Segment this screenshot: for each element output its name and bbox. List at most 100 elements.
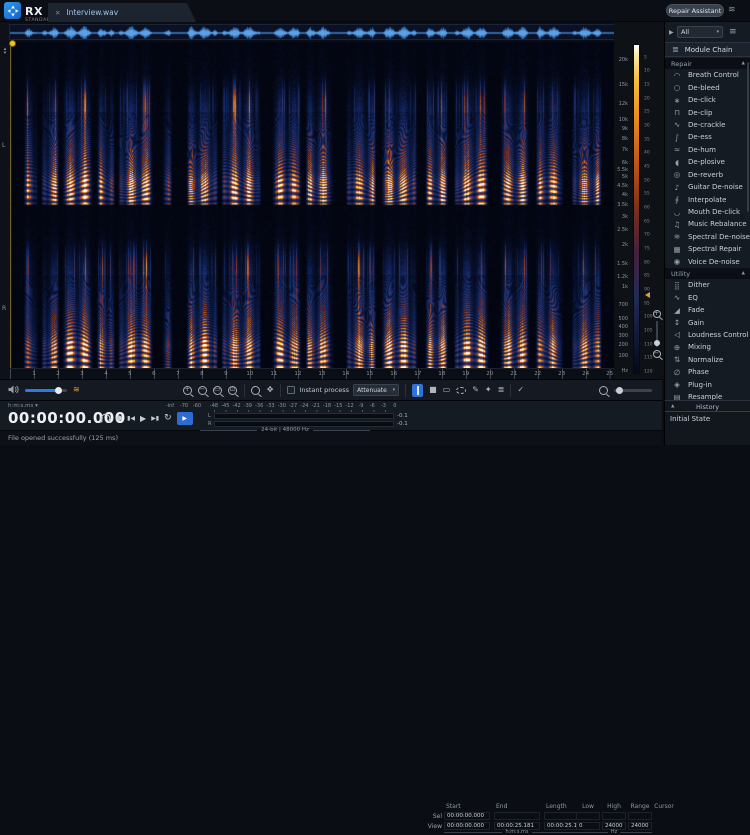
cell-sel-end[interactable] (494, 811, 540, 820)
zoom-fit-button[interactable]: ⊡ (227, 385, 237, 395)
module-chain-button[interactable]: ≣ Module Chain (665, 42, 750, 57)
record-button[interactable]: ● (116, 415, 122, 422)
module-item-breath-control[interactable]: ◠ Breath Control (665, 69, 750, 81)
spectrogram-canvas[interactable] (10, 42, 614, 368)
module-item-fade[interactable]: ◢ Fade (665, 304, 750, 316)
vertical-zoom-slider[interactable] (653, 321, 660, 347)
de-crackle-icon: ∿ (673, 120, 681, 130)
monitor-headphones-button[interactable] (100, 413, 111, 425)
module-item-phase[interactable]: ∅ Phase (665, 366, 750, 378)
module-item-gain[interactable]: ↕ Gain (665, 316, 750, 328)
section-header-utility[interactable]: Utility ▲ (665, 268, 750, 279)
confirm-selection-button[interactable]: ✓ (517, 386, 524, 394)
spectrogram-settings-icon[interactable]: ≋ (73, 386, 80, 394)
module-item-music-rebalance[interactable]: ♫ Music Rebalance (665, 218, 750, 230)
loop-button[interactable]: ↻ (164, 414, 172, 423)
module-item-de-ess[interactable]: ∫ De-ess (665, 131, 750, 143)
volume-slider[interactable] (25, 386, 67, 394)
zoom-in-button[interactable]: + (182, 385, 192, 395)
time-frequency-selection-tool[interactable]: ■ (429, 386, 437, 394)
cell-sel-low[interactable] (576, 811, 600, 820)
lasso-selection-tool[interactable] (456, 386, 467, 394)
module-item-mixing[interactable]: ⊕ Mixing (665, 341, 750, 353)
frequency-selection-tool[interactable]: ▭ (443, 386, 451, 394)
volume-slider-knob[interactable] (55, 386, 62, 394)
module-item-spectral-de-noise[interactable]: ≋ Spectral De-noise (665, 231, 750, 243)
horizontal-zoom-icon[interactable] (599, 385, 608, 395)
module-item-de-plosive[interactable]: ◖ De-plosive (665, 156, 750, 168)
module-item-spectral-repair[interactable]: ▦ Spectral Repair (665, 243, 750, 255)
module-item-de-clip[interactable]: ⊓ De-clip (665, 106, 750, 118)
module-item-de-hum[interactable]: ≈ De-hum (665, 144, 750, 156)
izotope-logo-icon (4, 2, 21, 19)
peak-readout-right[interactable]: -0.1 (397, 421, 408, 427)
horizontal-zoom-knob[interactable] (616, 386, 623, 394)
monitor-volume-icon[interactable] (8, 385, 19, 396)
horizontal-zoom-slider[interactable] (614, 386, 652, 394)
history-panel: ▲ History Initial State (664, 400, 750, 445)
file-tab[interactable]: ✕ Interview.wav (48, 3, 196, 22)
vertical-zoom-knob[interactable] (653, 340, 660, 346)
playhead-marker[interactable] (9, 40, 16, 47)
instant-process-mode-dropdown[interactable]: Attenuate ▾ (353, 384, 400, 396)
go-to-start-button[interactable]: ▮◀ (127, 415, 135, 422)
find-similar-tool[interactable]: ≣ (498, 386, 505, 394)
history-item[interactable]: Initial State (665, 412, 750, 423)
module-item-de-bleed[interactable]: ○ De-bleed (665, 81, 750, 93)
module-item-dither[interactable]: ⣿ Dither (665, 279, 750, 291)
vertical-zoom-out-button[interactable]: − (652, 350, 661, 358)
amplitude-color-legend[interactable] (633, 44, 640, 374)
section-header-repair[interactable]: Repair ▲ (665, 58, 750, 69)
module-item-eq[interactable]: ∿ EQ (665, 291, 750, 303)
collapse-triangle-icon[interactable]: ▲ (742, 61, 745, 66)
cell-sel-start[interactable]: 00:00:00.000 (444, 811, 490, 820)
magic-wand-tool[interactable]: ✦ (485, 386, 492, 394)
module-item-mouth-de-click[interactable]: ◡ Mouth De-click (665, 206, 750, 218)
cell-sel-high[interactable] (602, 811, 626, 820)
zoom-out-button[interactable]: − (197, 385, 207, 395)
vertical-zoom-in-button[interactable]: + (652, 310, 661, 318)
legend-gain-handle[interactable] (645, 292, 650, 298)
history-header[interactable]: ▲ History (665, 401, 750, 412)
settings-sliders-icon[interactable]: ≋ (728, 5, 736, 15)
panel-menu-icon[interactable]: ≡ (729, 27, 737, 37)
time-selection-tool[interactable] (412, 383, 424, 397)
overview-strip[interactable] (9, 24, 615, 40)
instant-process-checkbox[interactable] (287, 386, 296, 394)
module-item-resample[interactable]: ▤ Resample (665, 391, 750, 400)
play-selection-button[interactable]: ▶ (176, 412, 193, 425)
collapse-triangle-icon[interactable]: ▲ (742, 271, 745, 276)
brush-selection-tool[interactable]: ✎ (472, 386, 479, 394)
module-item-de-click[interactable]: ∗ De-click (665, 94, 750, 106)
peak-readout-left[interactable]: -0.1 (397, 413, 408, 419)
channel-label-left[interactable]: L (2, 142, 5, 149)
module-item-plug-in[interactable]: ◈ Plug-in (665, 379, 750, 391)
module-item-interpolate[interactable]: ∮ Interpolate (665, 193, 750, 205)
cell-sel-range[interactable] (628, 811, 652, 820)
module-item-de-reverb[interactable]: ◎ De-reverb (665, 169, 750, 181)
freq-tick-label: 9k (621, 125, 628, 132)
channel-label-right[interactable]: R (2, 305, 6, 312)
module-label: De-clip (688, 108, 713, 117)
resample-icon: ▤ (673, 392, 681, 400)
play-button[interactable]: ▶ (140, 414, 146, 423)
tab-close-icon[interactable]: ✕ (55, 9, 60, 17)
editor-toolbar: ≋ + − ▭ ⊡ ✥ Instant process Attenuate ▾ … (0, 379, 662, 400)
go-to-end-button[interactable]: ▶▮ (151, 415, 159, 422)
loudness-control-icon: ◁ (674, 330, 680, 340)
overview-waveform[interactable] (10, 26, 614, 40)
overview-resize-handle[interactable]: ▴ ▾ (1, 47, 9, 56)
module-item-guitar-de-noise[interactable]: ♪ Guitar De-noise (665, 181, 750, 193)
zoom-selection-button[interactable]: ▭ (212, 385, 222, 395)
repair-assistant-button[interactable]: Repair Assistant (666, 4, 724, 17)
module-item-loudness-control[interactable]: ◁ Loudness Control (665, 329, 750, 341)
module-filter-dropdown[interactable]: All ▾ (677, 26, 723, 38)
panel-scrollbar[interactable] (747, 62, 749, 212)
preview-play-icon[interactable]: ▶ (669, 29, 674, 36)
hand-tool-button[interactable]: ✥ (267, 386, 274, 394)
module-item-voice-de-noise[interactable]: ◉ Voice De-noise (665, 256, 750, 268)
module-item-normalize[interactable]: ⇅ Normalize (665, 354, 750, 366)
zoom-tool-button[interactable] (250, 385, 260, 395)
module-item-de-crackle[interactable]: ∿ De-crackle (665, 119, 750, 131)
timeline-ruler[interactable]: 1 2 3 4 5 6 7 8 9 10 11 12 13 14 15 16 17 18 19 20 21 22 23 24 2… (10, 368, 614, 379)
